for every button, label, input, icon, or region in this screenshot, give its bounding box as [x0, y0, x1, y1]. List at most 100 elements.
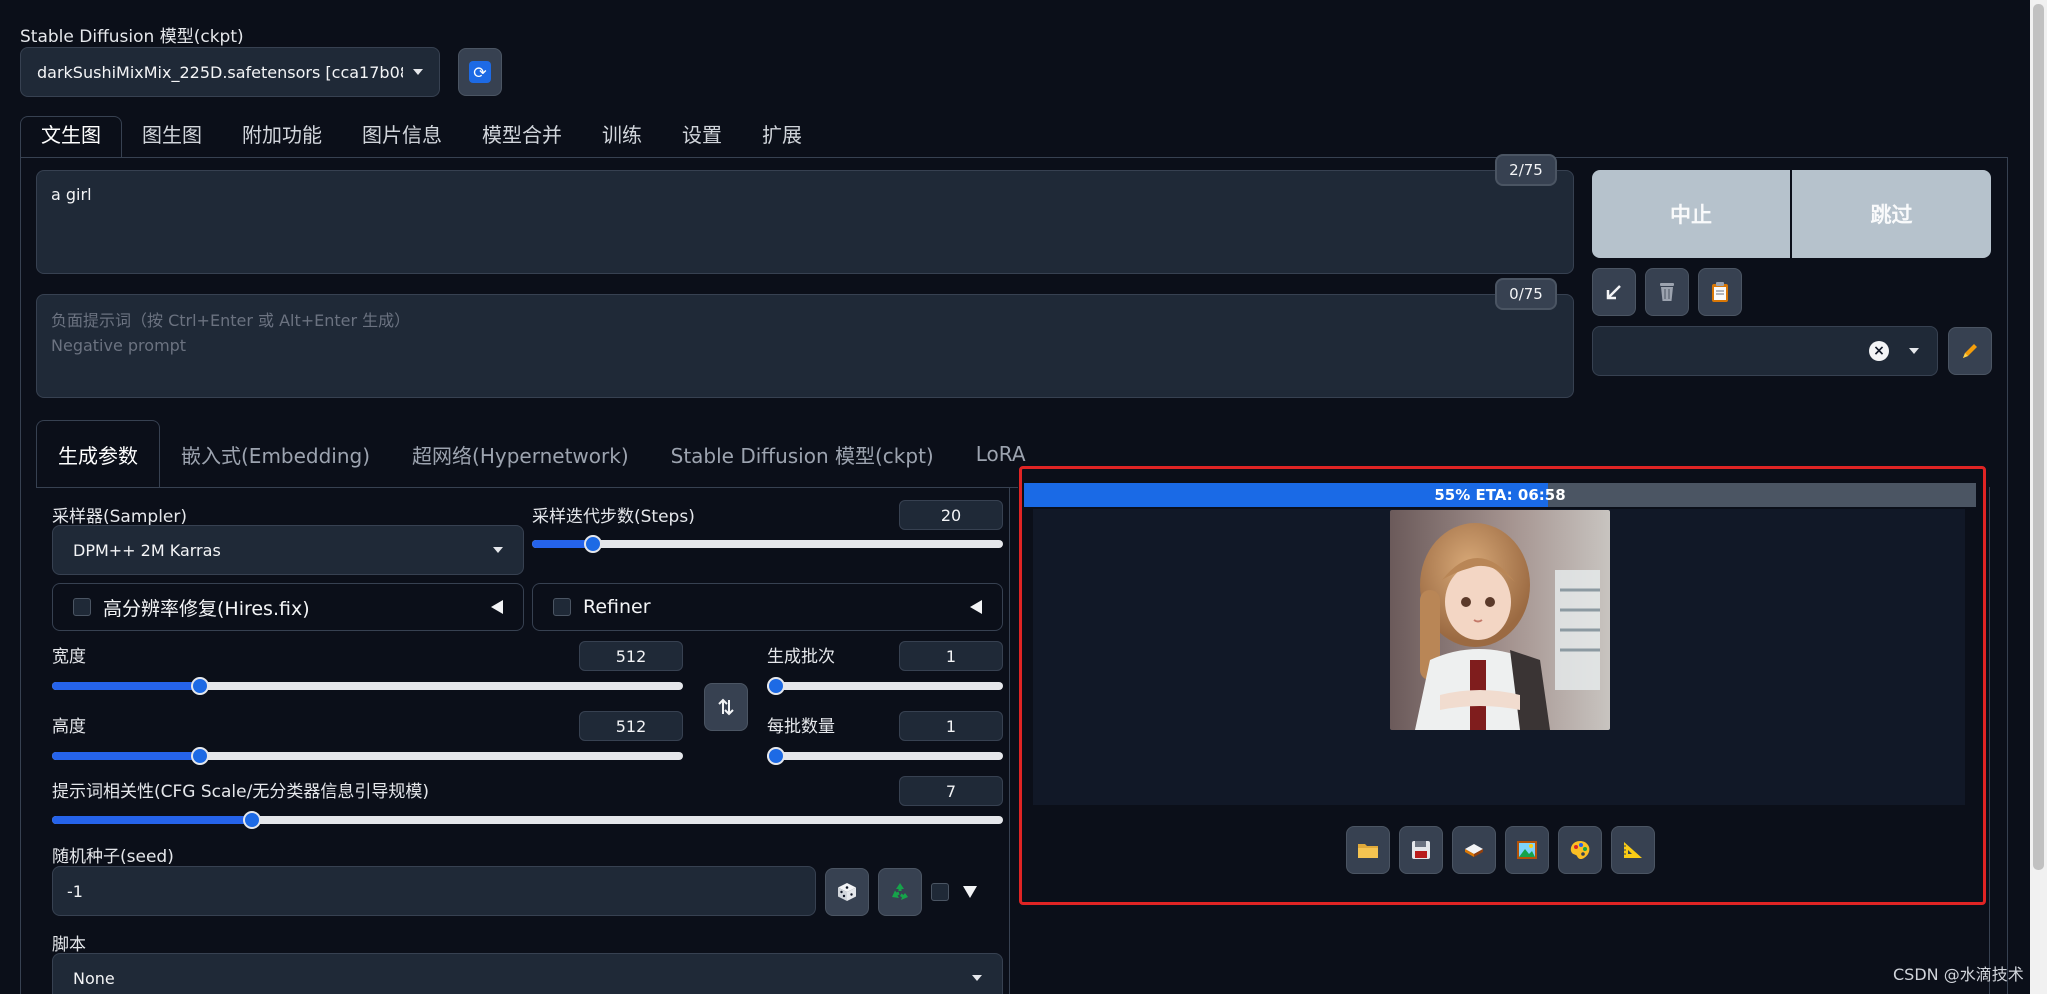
reuse-seed-button[interactable]: [878, 868, 922, 916]
cfg-scale-input[interactable]: 7: [899, 776, 1003, 806]
sampler-label: 采样器(Sampler): [52, 507, 187, 527]
width-slider-fill: [52, 682, 201, 690]
apply-styles-button[interactable]: [1698, 268, 1742, 316]
swap-icon: [718, 698, 734, 716]
refiner-accordion[interactable]: Refiner: [532, 583, 1003, 631]
divider: [20, 157, 21, 994]
edit-styles-button[interactable]: [1948, 327, 1992, 375]
height-slider[interactable]: [52, 752, 683, 760]
seed-input[interactable]: -1: [52, 866, 816, 916]
arrow-icon: [1606, 285, 1621, 300]
tab-checkpoints[interactable]: Stable Diffusion 模型(ckpt): [650, 420, 955, 488]
collapse-icon: [970, 600, 982, 614]
expand-icon[interactable]: [963, 886, 977, 898]
batch-size-slider[interactable]: [767, 752, 1003, 760]
pencil-icon: [1963, 344, 1977, 358]
cfg-scale-slider-fill: [52, 816, 252, 824]
read-params-button[interactable]: [1592, 268, 1636, 316]
prompt-value: a girl: [51, 185, 92, 204]
prompt-token-counter: 2/75: [1495, 154, 1557, 186]
extra-seed-checkbox[interactable]: [931, 883, 949, 901]
seed-value: -1: [67, 881, 83, 901]
chevron-down-icon: [493, 547, 503, 553]
seed-label: 随机种子(seed): [52, 847, 174, 867]
tab-embedding[interactable]: 嵌入式(Embedding): [160, 420, 391, 488]
chevron-down-icon: [413, 69, 423, 75]
checkpoint-dropdown[interactable]: darkSushiMixMix_225D.safetensors [cca17b…: [20, 47, 440, 97]
swap-dimensions-button[interactable]: [704, 683, 748, 731]
negative-prompt-placeholder: 负面提示词（按 Ctrl+Enter 或 Alt+Enter 生成）: [51, 311, 411, 330]
divider: [36, 487, 1018, 488]
tab-hypernetwork[interactable]: 超网络(Hypernetwork): [391, 420, 650, 488]
trash-icon: [1660, 283, 1674, 301]
main-tabs: 文生图 图生图 附加功能 图片信息 模型合并 训练 设置 扩展: [20, 116, 822, 158]
negative-token-counter: 0/75: [1495, 278, 1557, 310]
batch-size-slider-thumb[interactable]: [767, 747, 785, 765]
hires-fix-label: 高分辨率修复(Hires.fix): [103, 597, 310, 620]
steps-label: 采样迭代步数(Steps): [532, 507, 695, 527]
close-icon[interactable]: ×: [1869, 341, 1889, 361]
width-input[interactable]: 512: [579, 641, 683, 671]
steps-slider[interactable]: [532, 540, 1003, 548]
scrollbar-thumb[interactable]: [2033, 4, 2044, 870]
hires-fix-accordion[interactable]: 高分辨率修复(Hires.fix): [52, 583, 524, 631]
batch-count-label: 生成批次: [767, 647, 835, 667]
script-dropdown[interactable]: None: [52, 953, 1003, 994]
checkpoint-label: Stable Diffusion 模型(ckpt): [20, 27, 244, 47]
height-input[interactable]: 512: [579, 711, 683, 741]
divider: [1989, 487, 1990, 994]
cfg-scale-label: 提示词相关性(CFG Scale/无分类器信息引导规模): [52, 782, 429, 802]
steps-slider-thumb[interactable]: [584, 535, 603, 553]
divider: [1009, 487, 1010, 994]
prompt-textarea[interactable]: a girl: [36, 170, 1574, 274]
script-value: None: [73, 968, 115, 988]
negative-prompt-textarea[interactable]: 负面提示词（按 Ctrl+Enter 或 Alt+Enter 生成） Negat…: [36, 294, 1574, 398]
divider: [2007, 157, 2008, 994]
skip-button[interactable]: 跳过: [1792, 170, 1991, 258]
tab-txt2img[interactable]: 文生图: [20, 116, 122, 158]
height-slider-thumb[interactable]: [191, 747, 210, 765]
batch-count-input[interactable]: 1: [899, 641, 1003, 671]
tab-extensions[interactable]: 扩展: [742, 116, 822, 158]
cfg-scale-slider-thumb[interactable]: [242, 811, 261, 829]
height-label: 高度: [52, 717, 86, 737]
sampler-value: DPM++ 2M Karras: [73, 540, 221, 560]
highlight-frame: [1019, 466, 1986, 905]
chevron-down-icon: [972, 975, 982, 981]
negative-prompt-placeholder-en: Negative prompt: [51, 336, 187, 355]
batch-count-slider-thumb[interactable]: [767, 677, 785, 695]
batch-size-label: 每批数量: [767, 717, 835, 737]
interrupt-button[interactable]: 中止: [1592, 170, 1790, 258]
watermark: CSDN @水滴技术: [1893, 965, 2024, 984]
width-slider[interactable]: [52, 682, 683, 690]
width-label: 宽度: [52, 647, 86, 667]
cfg-scale-slider[interactable]: [52, 816, 1003, 824]
refiner-checkbox[interactable]: [553, 598, 571, 616]
height-slider-fill: [52, 752, 201, 760]
chevron-down-icon: [1909, 348, 1919, 354]
recycle-icon: [892, 883, 908, 900]
generation-subtabs: 生成参数 嵌入式(Embedding) 超网络(Hypernetwork) St…: [36, 420, 1047, 488]
tab-png-info[interactable]: 图片信息: [342, 116, 462, 158]
batch-count-slider[interactable]: [767, 682, 1003, 690]
random-seed-button[interactable]: [825, 868, 869, 916]
script-label: 脚本: [52, 935, 86, 955]
tab-train[interactable]: 训练: [582, 116, 662, 158]
sampler-dropdown[interactable]: DPM++ 2M Karras: [52, 525, 524, 575]
tab-settings[interactable]: 设置: [662, 116, 742, 158]
checkpoint-value: darkSushiMixMix_225D.safetensors [cca17b…: [37, 62, 403, 82]
clear-prompt-button[interactable]: [1645, 268, 1689, 316]
divider: [20, 157, 2008, 158]
collapse-icon: [491, 600, 503, 614]
clipboard-icon: [1712, 282, 1728, 302]
hires-fix-checkbox[interactable]: [73, 598, 91, 616]
refresh-checkpoint-button[interactable]: ⟳: [458, 48, 502, 96]
batch-size-input[interactable]: 1: [899, 711, 1003, 741]
width-slider-thumb[interactable]: [191, 677, 210, 695]
dice-icon: [838, 883, 856, 901]
tab-extras[interactable]: 附加功能: [222, 116, 342, 158]
tab-generation[interactable]: 生成参数: [36, 420, 160, 488]
tab-checkpoint-merger[interactable]: 模型合并: [462, 116, 582, 158]
tab-img2img[interactable]: 图生图: [122, 116, 222, 158]
steps-input[interactable]: 20: [899, 500, 1003, 530]
